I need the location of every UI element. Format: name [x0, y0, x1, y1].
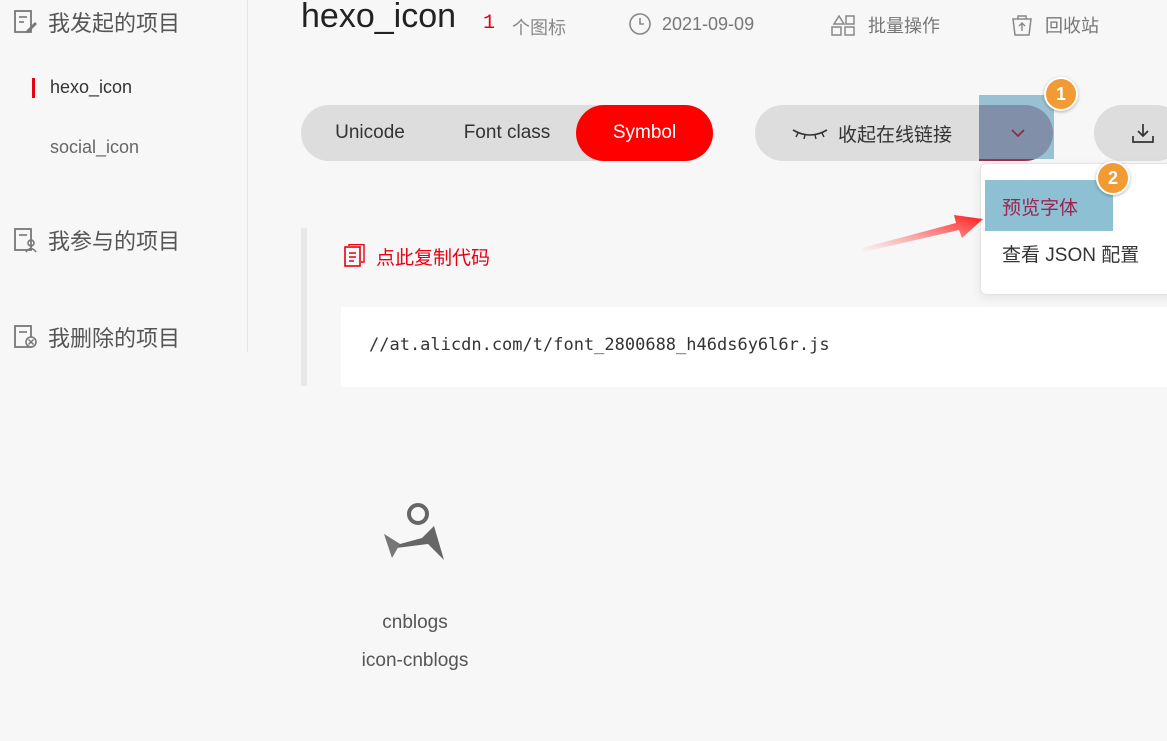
deleted-projects-label: 我删除的项目: [48, 326, 181, 351]
icon-name: cnblogs: [382, 612, 448, 633]
icon-code: icon-cnblogs: [361, 650, 469, 671]
created-date: 2021-09-09: [628, 12, 754, 36]
my-projects-header[interactable]: 我发起的项目: [12, 6, 180, 38]
eye-closed-icon: [792, 129, 828, 140]
step-badge-2: 2: [1096, 161, 1130, 195]
collapse-label: 收起在线链接: [838, 124, 953, 146]
date-text: 2021-09-09: [662, 13, 755, 34]
icon-count: 1: [483, 12, 496, 35]
download-button[interactable]: [1094, 105, 1167, 161]
batch-operation-button[interactable]: 批量操作: [830, 12, 940, 38]
step-badge-1: 1: [1044, 77, 1078, 111]
collapse-label-wrap: 收起在线链接: [790, 105, 952, 161]
clock-icon: [629, 13, 651, 35]
icon-count-unit: 个图标: [512, 18, 566, 38]
download-icon: [1132, 124, 1154, 143]
joined-projects-label: 我参与的项目: [48, 229, 181, 254]
sidebar: 我发起的项目 hexo_icon social_icon 我参与的项目 我删除的…: [0, 0, 248, 352]
annotation-arrow-icon: [862, 215, 983, 252]
tab-unicode[interactable]: Unicode: [301, 105, 439, 161]
code-url: //at.alicdn.com/t/font_2800688_h46ds6y6l…: [369, 335, 830, 355]
sidebar-item-hexo-icon[interactable]: hexo_icon: [50, 77, 132, 98]
recycle-bin-icon: [1012, 15, 1032, 36]
tab-font-class[interactable]: Font class: [439, 105, 575, 161]
batch-label: 批量操作: [868, 16, 940, 36]
sidebar-item-social-icon[interactable]: social_icon: [50, 137, 139, 158]
recycle-bin-button[interactable]: 回收站: [1009, 12, 1099, 38]
menu-item-preview-font[interactable]: 预览字体: [1002, 193, 1078, 220]
project-user-icon: [14, 228, 37, 253]
project-edit-icon: [14, 10, 37, 33]
cnblogs-icon[interactable]: [382, 500, 450, 566]
my-projects-label: 我发起的项目: [48, 11, 181, 36]
batch-icon: [831, 14, 855, 36]
joined-projects-header[interactable]: 我参与的项目: [12, 224, 180, 256]
copy-code-link[interactable]: 点此复制代码: [342, 243, 490, 270]
chevron-down-icon[interactable]: [1009, 126, 1027, 140]
project-deleted-icon: [14, 325, 37, 348]
recycle-label: 回收站: [1045, 16, 1099, 36]
deleted-projects-header[interactable]: 我删除的项目: [12, 321, 180, 353]
menu-item-view-json[interactable]: 查看 JSON 配置: [1002, 240, 1139, 267]
active-indicator: [32, 78, 35, 98]
code-panel-border: [301, 228, 307, 386]
project-title: hexo_icon: [301, 0, 457, 35]
copy-code-label: 点此复制代码: [376, 248, 491, 269]
code-type-tabs: Unicode Font class Symbol: [301, 105, 713, 161]
tab-symbol[interactable]: Symbol: [576, 105, 713, 161]
code-box: //at.alicdn.com/t/font_2800688_h46ds6y6l…: [341, 307, 1167, 387]
copy-icon: [344, 243, 365, 267]
